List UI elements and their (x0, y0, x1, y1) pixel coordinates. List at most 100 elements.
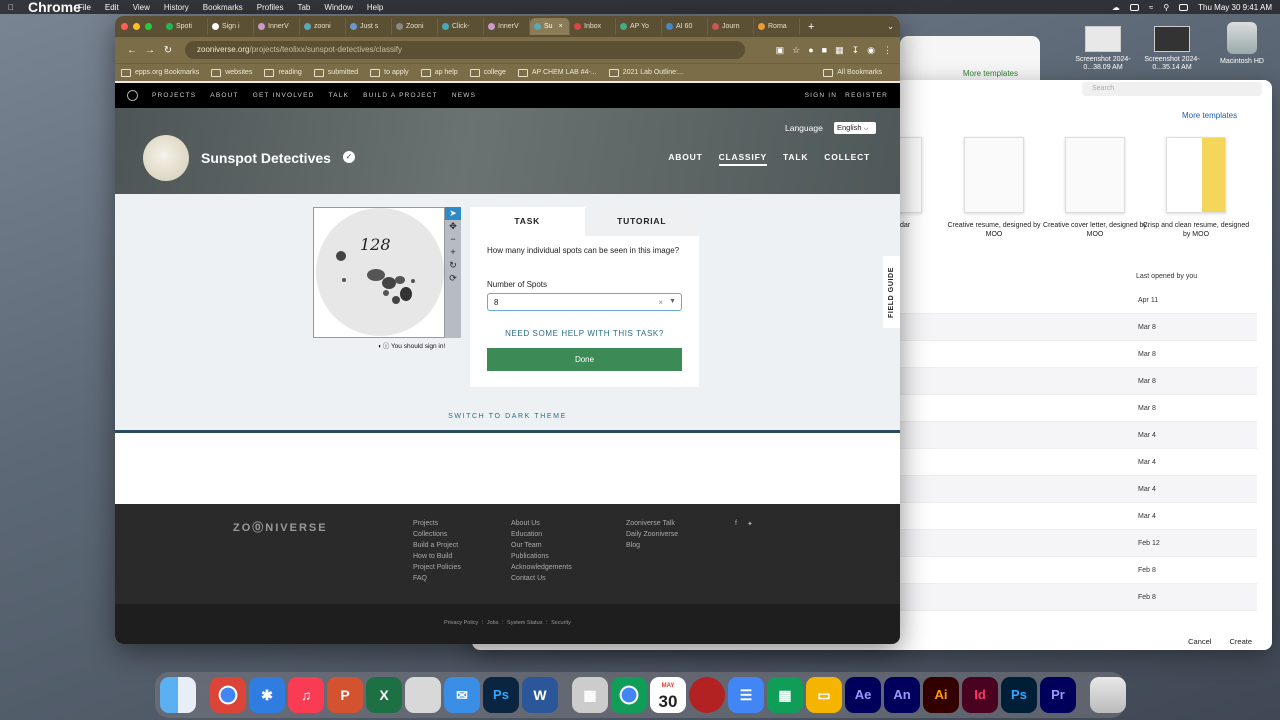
register-link[interactable]: REGISTER (845, 92, 888, 99)
premiere-icon[interactable]: Pr (1040, 677, 1076, 713)
bookmark-folder[interactable]: epps.org Bookmarks (121, 69, 199, 77)
chrome-icon[interactable] (210, 677, 246, 713)
template-clean-resume[interactable]: Crisp and clean resume, designed by MOO (1141, 137, 1251, 239)
download-icon[interactable]: ↧ (852, 45, 860, 56)
back-button[interactable]: ← (123, 45, 141, 56)
privacy-policy-link[interactable]: Privacy Policy (444, 620, 478, 626)
facebook-icon[interactable]: f (735, 520, 737, 528)
menu-kebab-icon[interactable]: ⋮ (883, 45, 892, 56)
more-templates-link[interactable]: More templates (963, 69, 1018, 78)
footer-link[interactable]: About Us (511, 520, 572, 527)
footer-link[interactable]: Our Team (511, 542, 572, 549)
school-app-icon[interactable] (689, 677, 725, 713)
footer-link[interactable]: Publications (511, 553, 572, 560)
reset-icon[interactable]: ⟳ (445, 272, 461, 285)
menu-window[interactable]: Window (324, 3, 352, 12)
chevron-down-icon[interactable]: ▼ (669, 298, 676, 305)
menu-help[interactable]: Help (367, 3, 383, 12)
browser-tab[interactable]: InnerV (484, 18, 530, 35)
browser-tab[interactable]: Sign i (208, 18, 254, 35)
contrast-icon[interactable]: ◑ (377, 343, 381, 350)
clear-icon[interactable]: × (658, 298, 663, 307)
bookmark-link[interactable]: AP CHEM LAB #4-... (518, 69, 597, 77)
done-button[interactable]: Done (487, 348, 682, 371)
menu-tab[interactable]: Tab (297, 3, 310, 12)
footer-link[interactable]: Blog (626, 542, 678, 549)
bookmark-folder[interactable]: college (470, 69, 506, 77)
nav-get-involved[interactable]: GET INVOLVED (253, 92, 315, 99)
excel-icon[interactable]: X (366, 677, 402, 713)
bookmark-folder[interactable]: reading (264, 69, 301, 77)
footer-link[interactable]: Project Policies (413, 564, 461, 571)
browser-tab[interactable]: Journ (708, 18, 754, 35)
browser-tab[interactable]: Inbox (570, 18, 616, 35)
zooniverse-logo-icon[interactable] (127, 90, 138, 101)
bookmark-folder[interactable]: to apply (370, 69, 409, 77)
system-status-link[interactable]: System Status (507, 620, 542, 626)
translate-icon[interactable]: ▣ (776, 45, 785, 56)
nav-news[interactable]: NEWS (452, 92, 476, 99)
bluetooth-icon[interactable]: ✱ (249, 677, 285, 713)
forward-button[interactable]: → (141, 45, 159, 56)
zoom-in-icon[interactable]: + (445, 246, 461, 259)
twitter-icon[interactable]: ✦ (747, 520, 753, 528)
google-docs-icon[interactable]: ☰ (728, 677, 764, 713)
nav-build-project[interactable]: BUILD A PROJECT (363, 92, 438, 99)
menu-edit[interactable]: Edit (105, 3, 119, 12)
project-link-talk[interactable]: TALK (783, 152, 808, 166)
footer-link[interactable]: Build a Project (413, 542, 461, 549)
chrome-icon[interactable] (611, 677, 647, 713)
bookmark-folder[interactable]: ap help (421, 69, 458, 77)
close-tab-icon[interactable]: × (559, 23, 563, 30)
tab-search-icon[interactable]: ⌄ (887, 22, 894, 31)
switch-dark-theme-button[interactable]: SWITCH TO DARK THEME (115, 413, 900, 420)
desktop-icon-screenshot-1[interactable]: Screenshot 2024-0...38.09 AM (1063, 26, 1143, 72)
powerpoint-icon[interactable]: P (327, 677, 363, 713)
project-link-about[interactable]: ABOUT (668, 152, 702, 166)
template-cover-letter[interactable]: Creative cover letter, designed by MOO (1040, 137, 1150, 239)
browser-tab[interactable]: Roma (754, 18, 800, 35)
desktop-icon-screenshot-2[interactable]: Screenshot 2024-0...35.14 AM (1132, 26, 1212, 72)
task-help-link[interactable]: NEED SOME HELP WITH THIS TASK? (470, 329, 699, 338)
subject-image[interactable]: 128 (313, 207, 445, 338)
template-creative-resume[interactable]: Creative resume, designed by MOO (939, 137, 1049, 239)
footer-link[interactable]: How to Build (413, 553, 461, 560)
project-link-classify[interactable]: CLASSIFY (718, 152, 768, 166)
bookmark-folder[interactable]: submitted (314, 69, 358, 77)
animate-icon[interactable]: An (884, 677, 920, 713)
reload-button[interactable]: ↻ (159, 45, 177, 56)
address-bar[interactable]: zooniverse.org/projects/teolixx/sunspot-… (185, 41, 745, 59)
after-effects-icon[interactable]: Ae (845, 677, 881, 713)
minimize-window-button[interactable] (133, 23, 140, 30)
browser-tab[interactable]: Just s (346, 18, 392, 35)
launchpad-icon[interactable]: ▦ (572, 677, 608, 713)
bookmark-link[interactable]: 2021 Lab Outline:... (609, 69, 684, 77)
more-templates-link[interactable]: More templates (1182, 111, 1237, 120)
illustrator-icon[interactable]: Ai (923, 677, 959, 713)
mail-icon[interactable]: ✉ (444, 677, 480, 713)
cancel-button[interactable]: Cancel (1188, 637, 1211, 646)
extension-icon[interactable]: ● (808, 45, 813, 56)
footer-link[interactable]: Zooniverse Talk (626, 520, 678, 527)
zoom-out-icon[interactable]: − (445, 233, 461, 246)
close-window-button[interactable] (121, 23, 128, 30)
control-center-icon[interactable] (1179, 3, 1189, 11)
all-bookmarks-folder[interactable]: All Bookmarks (823, 69, 882, 77)
menu-view[interactable]: View (133, 3, 150, 12)
jobs-link[interactable]: Jobs (487, 620, 499, 626)
menu-bookmarks[interactable]: Bookmarks (203, 3, 243, 12)
music-icon[interactable]: ♫ (288, 677, 324, 713)
browser-tab[interactable]: zooni (300, 18, 346, 35)
project-avatar[interactable] (143, 135, 189, 181)
tab-task[interactable]: TASK (470, 207, 585, 236)
footer-link[interactable]: Daily Zooniverse (626, 531, 678, 538)
new-tab-button[interactable]: + (808, 21, 814, 33)
wifi-icon[interactable]: ≈ (1149, 3, 1153, 12)
pan-tool-icon[interactable]: ✥ (445, 220, 461, 233)
rotate-icon[interactable]: ↻ (445, 259, 461, 272)
google-sheets-icon[interactable]: ▦ (767, 677, 803, 713)
display-icon[interactable] (1129, 3, 1139, 11)
footer-link[interactable]: Collections (413, 531, 461, 538)
zoom-window-button[interactable] (145, 23, 152, 30)
tab-tutorial[interactable]: TUTORIAL (584, 207, 699, 236)
